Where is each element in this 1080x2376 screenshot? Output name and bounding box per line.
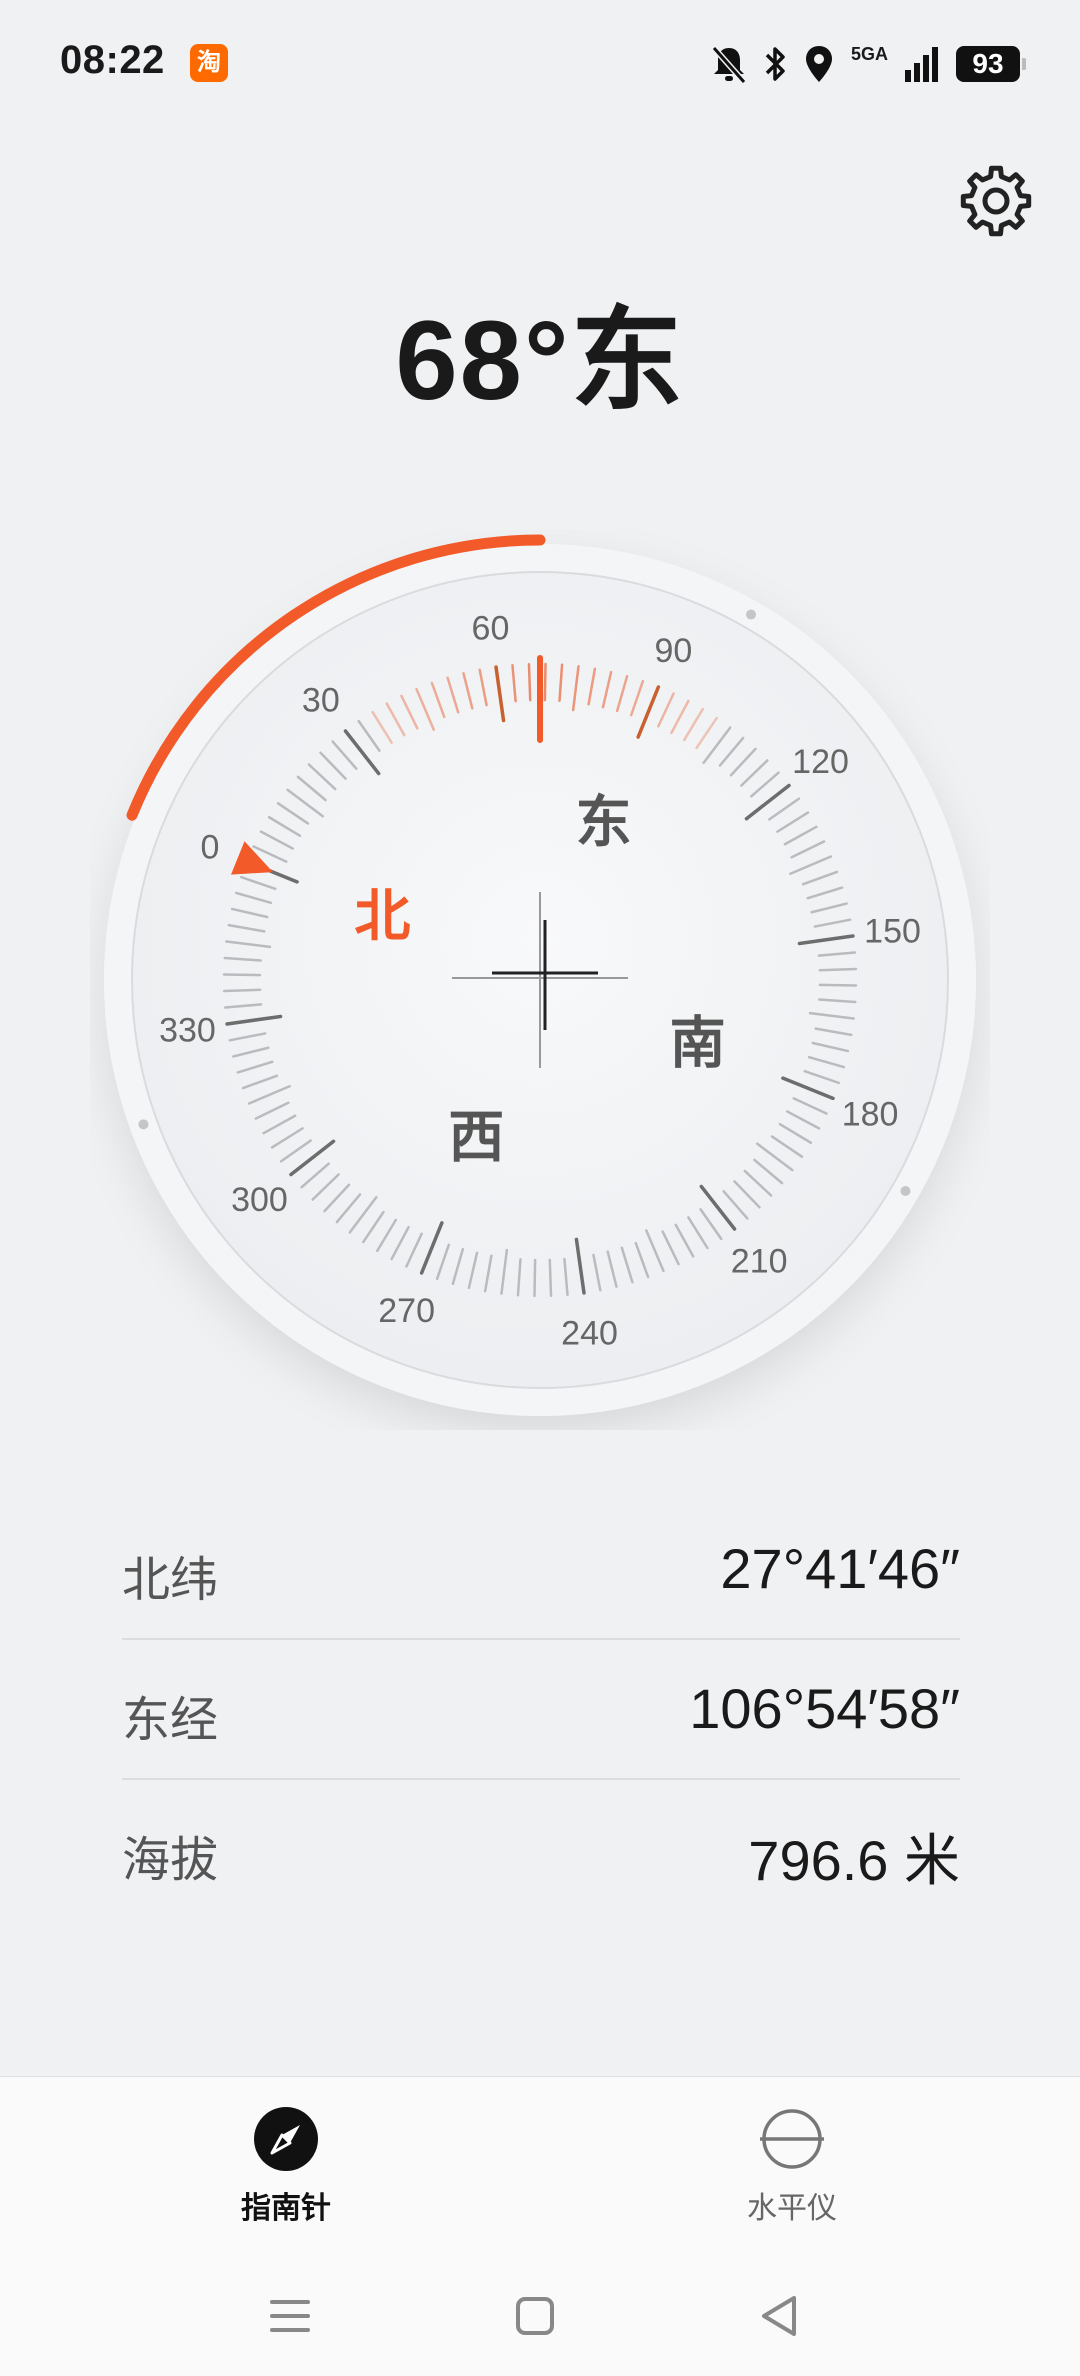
coordinates-list: 北纬 27°41′46″ 东经 106°54′58″ 海拔 796.6 米 <box>122 1500 960 1918</box>
latitude-value: 27°41′46″ <box>720 1537 960 1600</box>
battery-icon: 93 <box>956 46 1026 82</box>
bluetooth-icon <box>765 47 785 81</box>
cardinal-north: 北 <box>354 884 410 949</box>
degree-label: 330 <box>159 1012 216 1050</box>
tick-mark <box>543 662 547 702</box>
latitude-row: 北纬 27°41′46″ <box>122 1500 960 1640</box>
tab-compass[interactable]: 指南针 <box>186 2105 386 2227</box>
degree-label: 240 <box>561 1315 618 1353</box>
altitude-value: 796.6 米 <box>748 1829 960 1892</box>
status-icons: 5GA 93 <box>711 40 1026 88</box>
tab-level[interactable]: 水平仪 <box>692 2105 892 2227</box>
taobao-app-icon: 淘 <box>190 44 228 82</box>
ring-dot <box>746 609 756 620</box>
tab-compass-label: 指南针 <box>241 2192 331 2225</box>
status-time: 08:22 <box>60 38 165 82</box>
status-bar: 08:22 淘 5GA 93 <box>0 0 1080 120</box>
compass-icon <box>254 2107 318 2171</box>
heading-display: 68°东 <box>0 270 1080 432</box>
network-type: 5GA <box>850 43 888 64</box>
tick-mark <box>818 983 858 987</box>
latitude-label: 北纬 <box>122 1554 219 1607</box>
back-icon[interactable] <box>750 2286 810 2346</box>
degree-label: 150 <box>864 912 921 950</box>
compass-svg: 0 30 60 90 120 150 180 210 240 270 300 330 北 东南西 <box>104 534 976 1416</box>
compass-dial: 0 30 60 90 120 150 180 210 240 270 300 330 北 东南西 <box>90 530 990 1430</box>
cardinal-west: 西 <box>448 1106 504 1171</box>
tick-mark <box>222 973 262 977</box>
degree-label: 120 <box>792 743 849 781</box>
system-nav-bar <box>0 2246 1080 2376</box>
location-icon <box>805 46 832 82</box>
altitude-label: 海拔 <box>122 1834 219 1887</box>
level-icon <box>760 2109 824 2169</box>
home-icon[interactable] <box>505 2286 565 2346</box>
tick-mark <box>818 967 858 972</box>
altitude-row: 海拔 796.6 米 <box>122 1780 960 1918</box>
signal-icon <box>905 47 938 82</box>
degree-label: 30 <box>302 681 340 719</box>
cardinal-south: 南 <box>670 1012 726 1077</box>
degree-label: 60 <box>472 609 510 647</box>
degree-label: 90 <box>654 632 692 670</box>
heading-direction: 东 <box>570 298 685 423</box>
degree-label: 210 <box>731 1243 788 1281</box>
bottom-tab-bar: 指南针 水平仪 <box>0 2076 1080 2247</box>
degree-label: 180 <box>842 1095 899 1133</box>
menu-icon[interactable] <box>260 2286 320 2346</box>
bell-off-icon <box>711 46 747 84</box>
degree-label: 300 <box>231 1181 288 1219</box>
heading-degrees: 68° <box>395 298 571 423</box>
settings-button[interactable] <box>958 163 1034 239</box>
gear-icon <box>960 165 1032 237</box>
tab-level-label: 水平仪 <box>747 2192 837 2225</box>
tick-mark <box>548 1258 553 1298</box>
tick-mark <box>222 988 262 993</box>
ring-dot <box>138 1119 149 1130</box>
longitude-row: 东经 106°54′58″ <box>122 1640 960 1780</box>
longitude-value: 106°54′58″ <box>689 1677 960 1740</box>
tick-mark <box>527 662 532 702</box>
tick-mark <box>533 1258 537 1298</box>
degree-label: 270 <box>378 1292 435 1330</box>
longitude-label: 东经 <box>122 1694 219 1747</box>
cardinal-east: 东 <box>576 790 632 855</box>
degree-label: 0 <box>200 829 219 867</box>
ring-dot <box>900 1186 911 1196</box>
